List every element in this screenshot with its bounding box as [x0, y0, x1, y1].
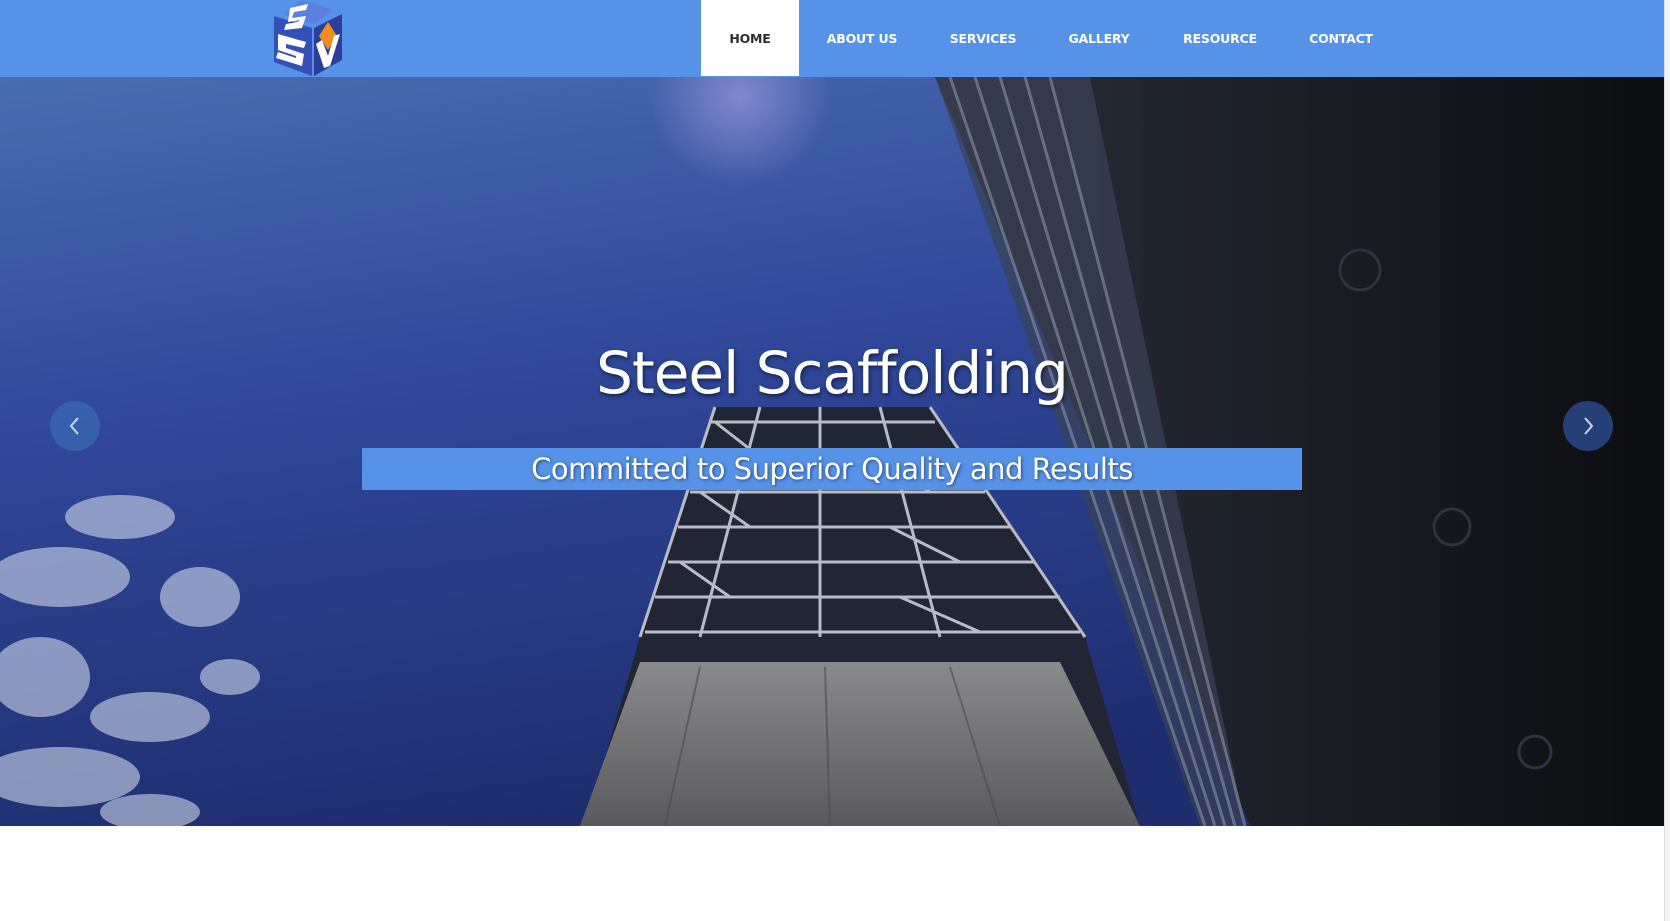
nav-item-label: GALLERY	[1068, 30, 1130, 46]
nav-item-label: ABOUT US	[826, 30, 898, 46]
nav-item-resource[interactable]: RESOURCE	[1157, 0, 1283, 76]
hero-title: Steel Scaffolding	[596, 339, 1069, 407]
nav-item-gallery[interactable]: GALLERY	[1041, 0, 1157, 76]
slider-prev-button[interactable]	[50, 401, 100, 451]
hero-subtitle-text: Committed to Superior Quality and Result…	[531, 452, 1133, 486]
site-logo[interactable]	[262, 0, 348, 77]
slider-next-button[interactable]	[1563, 401, 1613, 451]
hero-slider: Steel Scaffolding Committed to Superior …	[0, 77, 1664, 826]
site-header: HOME ABOUT US SERVICES GALLERY RESOURCE …	[0, 0, 1664, 77]
page-scrollbar[interactable]	[1664, 0, 1670, 921]
nav-item-label: SERVICES	[949, 30, 1017, 46]
nav-item-home[interactable]: HOME	[701, 0, 799, 76]
nav-item-label: CONTACT	[1309, 30, 1373, 46]
main-nav: HOME ABOUT US SERVICES GALLERY RESOURCE …	[701, 0, 1399, 76]
nav-item-label: RESOURCE	[1183, 30, 1257, 46]
nav-item-about-us[interactable]: ABOUT US	[799, 0, 925, 76]
nav-item-label: HOME	[729, 30, 771, 46]
nav-item-contact[interactable]: CONTACT	[1283, 0, 1399, 76]
nav-item-services[interactable]: SERVICES	[925, 0, 1041, 76]
chevron-left-icon	[67, 416, 83, 436]
chevron-right-icon	[1580, 416, 1596, 436]
content-area	[0, 826, 1664, 921]
hero-subtitle: Committed to Superior Quality and Result…	[362, 448, 1302, 490]
page: HOME ABOUT US SERVICES GALLERY RESOURCE …	[0, 0, 1670, 921]
